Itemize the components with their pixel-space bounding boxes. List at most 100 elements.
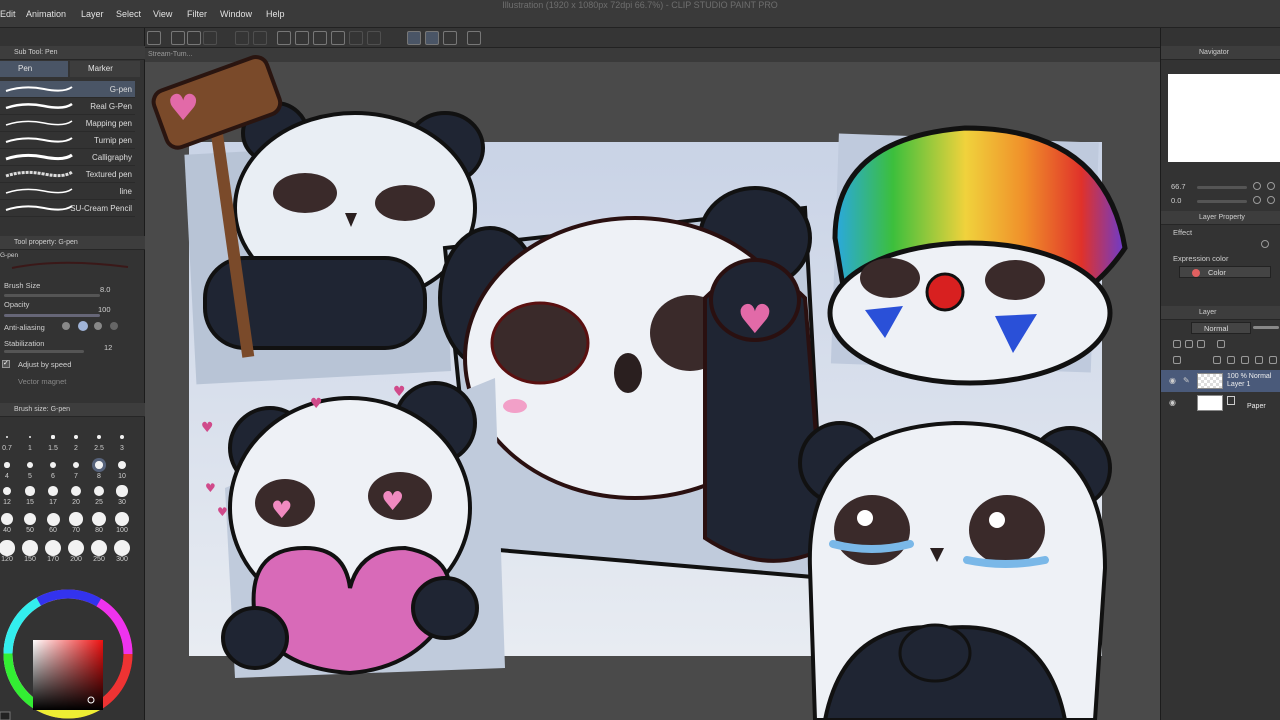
canvas-area[interactable]: Stream-Tum... ♥ ♥ ♥ ♥ ♥ ♥ ♥ ♥ ♥	[145, 48, 1160, 720]
zoom-value[interactable]: 66.7	[1171, 182, 1186, 191]
opacity-value[interactable]: 100	[98, 305, 111, 314]
brush-size-dot[interactable]	[70, 485, 82, 497]
menu-select[interactable]: Select	[116, 9, 141, 19]
zoom-out-icon[interactable]	[1253, 182, 1261, 190]
layer-opacity-slider[interactable]	[1253, 326, 1279, 329]
brush-size-dot[interactable]	[6, 436, 8, 438]
expression-color-select[interactable]: Color	[1179, 266, 1271, 278]
snap-grid-icon[interactable]	[425, 31, 439, 45]
brush-g-pen[interactable]: G-pen	[0, 81, 135, 98]
brush-size-dot[interactable]	[116, 485, 128, 497]
redo-icon[interactable]	[253, 31, 267, 45]
snap-point-icon[interactable]	[443, 31, 457, 45]
zoom-in-icon[interactable]	[1267, 182, 1275, 190]
effect-icon[interactable]	[1261, 240, 1269, 248]
brush-size-dot[interactable]	[91, 540, 107, 556]
layer-row-paper[interactable]: ◉ Paper	[1161, 392, 1280, 414]
brush-su-cream-pencil[interactable]: SU-Cream Pencil	[0, 200, 135, 217]
brush-size-dot[interactable]	[46, 512, 60, 526]
brush-size-dot[interactable]	[51, 435, 55, 439]
zoom-slider[interactable]	[1197, 186, 1247, 189]
brush-size-dot[interactable]	[48, 486, 58, 496]
stabilization-value[interactable]: 12	[104, 343, 112, 352]
color-wheel[interactable]	[0, 578, 145, 720]
menu-help[interactable]: Help	[266, 9, 285, 19]
open-file-icon[interactable]	[187, 31, 201, 45]
brush-size-dot[interactable]	[22, 540, 38, 556]
navigator-preview[interactable]	[1168, 74, 1280, 162]
brush-size-dot[interactable]	[25, 486, 35, 496]
lock-icon[interactable]	[1173, 340, 1181, 348]
brush-size-dot[interactable]	[95, 461, 103, 469]
brush-mapping-pen[interactable]: Mapping pen	[0, 115, 135, 132]
brush-size-dot[interactable]	[27, 462, 33, 468]
brush-size-dot[interactable]	[74, 435, 78, 439]
brush-size-dot[interactable]	[1, 513, 13, 525]
opacity-slider[interactable]	[4, 314, 100, 317]
eye-icon[interactable]: ◉	[1169, 376, 1176, 385]
brush-size-dot[interactable]	[72, 461, 80, 469]
merge-icon[interactable]	[1241, 356, 1249, 364]
deselect-icon[interactable]	[349, 31, 363, 45]
delete-layer-icon[interactable]	[1255, 356, 1263, 364]
menu-animation[interactable]: Animation	[26, 9, 66, 19]
undo-icon[interactable]	[235, 31, 249, 45]
brush-line[interactable]: line	[0, 183, 135, 200]
brush-size-dot[interactable]	[0, 540, 15, 556]
save-icon[interactable]	[203, 31, 217, 45]
brush-size-dot[interactable]	[119, 434, 125, 440]
menu-layer[interactable]: Layer	[81, 9, 104, 19]
brush-textured-pen[interactable]: Textured pen	[0, 166, 135, 183]
fill-icon[interactable]	[295, 31, 309, 45]
brush-size-dot[interactable]	[117, 460, 127, 470]
brush-size-dot[interactable]	[2, 486, 12, 496]
eye-icon[interactable]: ◉	[1169, 398, 1176, 407]
brush-size-dot[interactable]	[96, 434, 102, 440]
rotate-right-icon[interactable]	[1267, 196, 1275, 204]
menu-edit[interactable]: Edit	[0, 9, 16, 19]
clip-icon[interactable]	[1185, 340, 1193, 348]
brush-size-value[interactable]: 8.0	[100, 285, 110, 294]
brush-size-dot[interactable]	[45, 540, 61, 556]
brush-size-dot[interactable]	[114, 511, 130, 527]
transform-icon[interactable]	[313, 31, 327, 45]
antialias-options[interactable]	[62, 321, 122, 331]
rotate-left-icon[interactable]	[1253, 196, 1261, 204]
tab-pen[interactable]: Pen	[0, 61, 68, 77]
invert-selection-icon[interactable]	[367, 31, 381, 45]
brush-size-dot[interactable]	[4, 462, 10, 468]
brush-size-dot[interactable]	[23, 512, 37, 526]
brush-size-slider[interactable]	[4, 294, 100, 297]
checkbox-icon[interactable]: ✓	[2, 360, 10, 368]
brush-turnip-pen[interactable]: Turnip pen	[0, 132, 135, 149]
settings-icon[interactable]	[467, 31, 481, 45]
mask-icon[interactable]	[1227, 356, 1235, 364]
brush-size-dot[interactable]	[91, 511, 107, 527]
crop-icon[interactable]	[331, 31, 345, 45]
menu-filter[interactable]: Filter	[187, 9, 207, 19]
new-layer-icon[interactable]	[1173, 356, 1181, 364]
brush-calligraphy[interactable]: Calligraphy	[0, 149, 135, 166]
ruler-icon[interactable]	[1217, 340, 1225, 348]
brush-size-dot[interactable]	[93, 485, 105, 497]
brush-size-dot[interactable]	[28, 435, 32, 439]
stabilization-slider[interactable]	[4, 350, 84, 353]
menu-view[interactable]: View	[153, 9, 172, 19]
tab-marker[interactable]: Marker	[70, 61, 140, 77]
rotation-slider[interactable]	[1197, 200, 1247, 203]
brush-size-dot[interactable]	[68, 540, 84, 556]
clear-icon[interactable]	[277, 31, 291, 45]
menu-window[interactable]: Window	[220, 9, 252, 19]
layer-settings-icon[interactable]	[1269, 356, 1277, 364]
blend-mode-select[interactable]: Normal	[1191, 322, 1251, 334]
reference-icon[interactable]	[1197, 340, 1205, 348]
brush-size-dot[interactable]	[49, 461, 57, 469]
clip-studio-icon[interactable]	[147, 31, 161, 45]
rotation-value[interactable]: 0.0	[1171, 196, 1181, 205]
illustration-canvas[interactable]: ♥ ♥ ♥ ♥ ♥ ♥ ♥ ♥ ♥	[145, 48, 1160, 720]
brush-size-dot[interactable]	[69, 512, 83, 526]
layer-row-layer1[interactable]: ◉ ✎ 100 % Normal Layer 1	[1161, 370, 1280, 392]
folder-icon[interactable]	[1213, 356, 1221, 364]
snap-ruler-icon[interactable]	[407, 31, 421, 45]
brush-real-g-pen[interactable]: Real G-Pen	[0, 98, 135, 115]
